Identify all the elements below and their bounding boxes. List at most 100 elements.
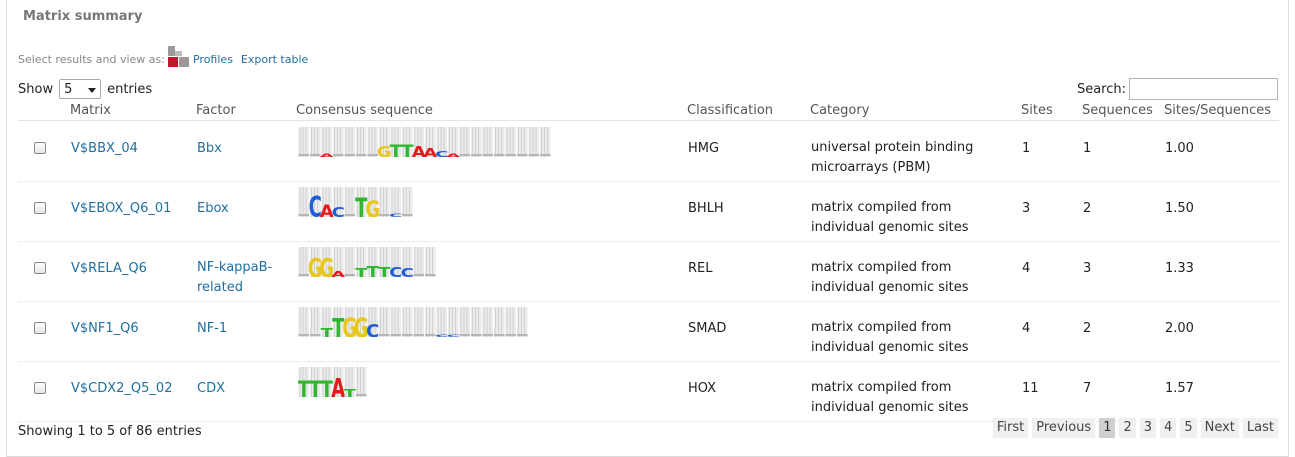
classification-cell: REL xyxy=(688,261,713,276)
page-1-button[interactable]: 1 xyxy=(1099,418,1116,438)
row-checkbox[interactable] xyxy=(34,262,46,274)
sites-cell: 3 xyxy=(1022,201,1031,216)
column-sites-per-sequence[interactable]: Sites/Sequences xyxy=(1164,103,1271,118)
entries-select-value: 5 xyxy=(64,81,73,97)
sites-cell: 11 xyxy=(1022,381,1039,396)
page-2-button[interactable]: 2 xyxy=(1119,418,1136,438)
previous-page-button[interactable]: Previous xyxy=(1032,418,1096,438)
logo-baseline xyxy=(471,334,482,336)
sequences-cell: 2 xyxy=(1083,201,1092,216)
column-consensus[interactable]: Consensus sequence xyxy=(296,103,433,118)
classification-cell: SMAD xyxy=(688,321,727,336)
logo-baseline xyxy=(390,334,401,336)
view-as-row: Select results and view as: Profiles Exp… xyxy=(18,41,308,67)
logo-baseline xyxy=(482,154,493,156)
category-cell: universal protein binding microarrays (PB… xyxy=(811,140,974,175)
profiles-link[interactable]: Profiles xyxy=(193,53,233,66)
matrix-link[interactable]: V$BBX_04 xyxy=(71,141,138,156)
consensus-logo: T T TAT xyxy=(298,367,367,397)
factor-link[interactable]: NF-1 xyxy=(197,321,227,337)
category-cell: matrix compiled from individual genomic s… xyxy=(811,320,969,355)
logo-baseline xyxy=(356,154,367,156)
sites-per-sequence-cell: 1.50 xyxy=(1165,201,1194,216)
matrix-link[interactable]: V$CDX2_Q5_02 xyxy=(71,381,172,396)
logo-letter: C xyxy=(366,321,379,337)
logo-baseline xyxy=(344,274,355,276)
sites-per-sequence-cell: 2.00 xyxy=(1165,321,1194,336)
logo-baseline xyxy=(505,154,516,156)
entries-label: entries xyxy=(107,81,153,97)
logo-baseline xyxy=(310,154,321,156)
search-label: Search: xyxy=(1076,81,1126,97)
logo-baseline xyxy=(459,334,470,336)
logo-letter: C xyxy=(389,213,402,217)
table-info: Showing 1 to 5 of 86 entries xyxy=(18,424,202,439)
panel-title: Matrix summary xyxy=(23,9,143,24)
logo-baseline xyxy=(344,154,355,156)
column-factor[interactable]: Factor xyxy=(196,103,236,118)
column-matrix[interactable]: Matrix xyxy=(70,103,111,118)
consensus-logo: T TGGC CC xyxy=(298,307,528,337)
entries-select[interactable]: 5 xyxy=(59,79,102,99)
next-page-button[interactable]: Next xyxy=(1200,418,1239,438)
logo-baseline xyxy=(402,334,413,336)
row-checkbox[interactable] xyxy=(34,142,46,154)
first-page-button[interactable]: First xyxy=(992,418,1029,438)
factor-link[interactable]: Ebox xyxy=(197,201,229,217)
logo-letter: C xyxy=(447,334,460,337)
table-row: V$CDX2_Q5_02 CDX HOX matrix compiled from in… xyxy=(18,362,1279,422)
classification-cell: BHLH xyxy=(688,201,724,216)
logo-baseline xyxy=(425,274,436,276)
logo-baseline xyxy=(333,154,344,156)
logo-baseline xyxy=(298,154,309,156)
table-row: V$RELA_Q6 NF-kappaB-related REL matrix comp… xyxy=(18,242,1279,302)
logo-baseline xyxy=(298,214,309,216)
column-sequences[interactable]: Sequences xyxy=(1082,103,1153,118)
export-table-link[interactable]: Export table xyxy=(241,53,308,66)
logo-baseline xyxy=(528,154,539,156)
column-category[interactable]: Category xyxy=(810,103,869,118)
row-checkbox[interactable] xyxy=(34,202,46,214)
logo-baseline xyxy=(505,334,516,336)
matrix-summary-panel: Matrix summary Select results and view a… xyxy=(6,0,1289,457)
sequences-cell: 1 xyxy=(1083,141,1092,156)
search-input[interactable] xyxy=(1129,78,1278,100)
logo-letter: A xyxy=(331,270,345,277)
view-as-label: Select results and view as: xyxy=(18,53,165,66)
show-label: Show xyxy=(18,81,54,97)
matrix-link[interactable]: V$NF1_Q6 xyxy=(71,321,139,336)
factor-link[interactable]: CDX xyxy=(197,381,225,397)
category-cell: matrix compiled from individual genomic s… xyxy=(811,260,969,295)
sites-cell: 4 xyxy=(1022,321,1031,336)
search-control: Search: xyxy=(1077,78,1278,100)
page-4-button[interactable]: 4 xyxy=(1160,418,1177,438)
logo-letter: A xyxy=(446,153,461,157)
column-sites[interactable]: Sites xyxy=(1021,103,1053,118)
sites-per-sequence-cell: 1.33 xyxy=(1165,261,1194,276)
page-3-button[interactable]: 3 xyxy=(1139,418,1157,438)
consensus-logo: GGA T T TCC xyxy=(298,247,436,277)
sequences-cell: 7 xyxy=(1083,381,1092,396)
table-row: V$EBOX_Q6_01 Ebox BHLH matrix compiled from… xyxy=(18,182,1279,242)
column-classification[interactable]: Classification xyxy=(687,103,773,118)
logo-baseline xyxy=(517,154,528,156)
chevron-down-icon xyxy=(88,88,97,93)
row-checkbox[interactable] xyxy=(34,382,46,394)
logo-letter: T xyxy=(390,143,403,157)
logo-letter: C xyxy=(401,266,414,277)
sequences-cell: 3 xyxy=(1083,261,1092,276)
logo-baseline xyxy=(471,154,482,156)
sites-per-sequence-cell: 1.00 xyxy=(1165,141,1194,156)
row-checkbox[interactable] xyxy=(34,322,46,334)
table-header: Matrix Factor Consensus sequence Classif… xyxy=(18,99,1279,121)
factor-link[interactable]: Bbx xyxy=(197,141,222,157)
factor-link[interactable]: NF-kappaB-related xyxy=(197,258,272,298)
last-page-button[interactable]: Last xyxy=(1242,418,1278,438)
sequences-cell: 2 xyxy=(1083,321,1092,336)
pagination: First Previous 1 2 3 4 5 Next Last xyxy=(989,418,1278,438)
matrix-link[interactable]: V$EBOX_Q6_01 xyxy=(71,201,171,216)
page-5-button[interactable]: 5 xyxy=(1180,418,1197,438)
matrix-link[interactable]: V$RELA_Q6 xyxy=(71,261,147,276)
logo-baseline xyxy=(459,154,470,156)
profiles-icon[interactable] xyxy=(167,46,189,67)
